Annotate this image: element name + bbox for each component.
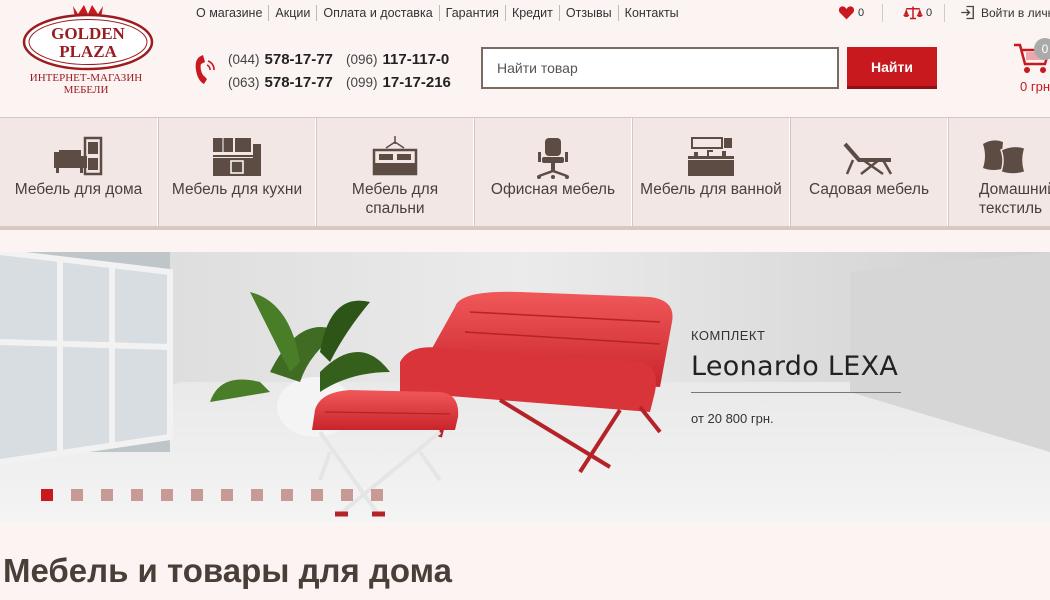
compare-link[interactable]: 0 bbox=[903, 5, 932, 20]
compare-count: 0 bbox=[926, 6, 933, 19]
login-icon bbox=[961, 5, 974, 20]
heart-icon bbox=[838, 6, 855, 20]
lounger-icon bbox=[843, 142, 893, 176]
topnav-credit[interactable]: Кредит bbox=[506, 5, 560, 21]
category-label: Мебель для спальни bbox=[351, 181, 439, 217]
login-link[interactable]: Войти в личн bbox=[960, 5, 1050, 20]
phone-number[interactable]: (044) 578-17-77 bbox=[228, 48, 346, 71]
phone-number[interactable]: (099) 17-17-216 bbox=[346, 71, 451, 94]
banner-promo: КОМПЛЕКТ Leonardo LEXA от 20 800 грн. bbox=[691, 328, 901, 426]
scales-icon bbox=[903, 6, 923, 20]
topnav-promos[interactable]: Акции bbox=[269, 5, 318, 21]
slider-dot[interactable] bbox=[371, 489, 383, 501]
slider-dot[interactable] bbox=[311, 489, 323, 501]
search-button[interactable]: Найти bbox=[847, 47, 937, 89]
site-header: GOLDEN PLAZA ИНТЕРНЕТ-МАГАЗИН МЕБЕЛИ О м… bbox=[0, 0, 1050, 116]
category-kitchen[interactable]: Мебель для кухни bbox=[158, 118, 316, 229]
category-label: Домашний текстиль bbox=[979, 181, 1050, 217]
slider-dot[interactable] bbox=[251, 489, 263, 501]
divider bbox=[944, 4, 945, 22]
category-label: Офисная мебель bbox=[490, 181, 616, 198]
topnav-about[interactable]: О магазине bbox=[190, 5, 270, 21]
phone-number[interactable]: (063) 578-17-77 bbox=[228, 71, 346, 94]
favorites-link[interactable]: 0 bbox=[838, 5, 864, 20]
category-label: Садовая мебель bbox=[808, 181, 930, 198]
logo-line1: GOLDEN bbox=[51, 24, 125, 43]
category-textile[interactable]: Домашний текстиль bbox=[948, 118, 1050, 229]
category-bedroom[interactable]: Мебель для спальни bbox=[316, 118, 474, 229]
category-label: Мебель для дома bbox=[14, 181, 143, 198]
category-bathroom[interactable]: Мебель для ванной bbox=[632, 118, 790, 229]
category-home-furniture[interactable]: Мебель для дома bbox=[0, 118, 158, 229]
phone-list: (044) 578-17-77 (096) 117-117-0 (063) 578-1… bbox=[228, 48, 451, 94]
slider-dot[interactable] bbox=[221, 489, 233, 501]
topnav-payment-delivery[interactable]: Оплата и доставка bbox=[317, 5, 440, 21]
topnav-warranty[interactable]: Гарантия bbox=[440, 5, 506, 21]
slider-dot[interactable] bbox=[161, 489, 173, 501]
phone-icon bbox=[195, 55, 215, 84]
slider-dot[interactable] bbox=[101, 489, 113, 501]
search-input[interactable] bbox=[481, 47, 839, 89]
kitchen-icon bbox=[213, 138, 261, 176]
category-bar-shadow bbox=[0, 226, 1050, 230]
office-chair-icon bbox=[537, 138, 569, 179]
page-title: Мебель и товары для дома bbox=[3, 552, 452, 589]
topnav-reviews[interactable]: Отзывы bbox=[560, 5, 619, 21]
hero-banner[interactable]: КОМПЛЕКТ Leonardo LEXA от 20 800 грн. bbox=[0, 252, 1050, 522]
slider-dot[interactable] bbox=[71, 489, 83, 501]
pillows-icon bbox=[983, 140, 1026, 175]
category-bar: Мебель для дома Мебель для кухни Мебель … bbox=[0, 117, 1050, 229]
cart-total[interactable]: 0 грн bbox=[1020, 79, 1050, 94]
banner-product-name: Leonardo LEXA bbox=[691, 351, 899, 382]
banner-kit-label: КОМПЛЕКТ bbox=[691, 328, 766, 343]
category-garden[interactable]: Садовая мебель bbox=[790, 118, 948, 229]
slider-dots bbox=[41, 489, 401, 501]
category-label: Мебель для кухни bbox=[171, 181, 303, 198]
logo-line2: PLAZA bbox=[59, 42, 117, 61]
slider-dot[interactable] bbox=[131, 489, 143, 501]
slider-dot[interactable] bbox=[341, 489, 353, 501]
bathroom-icon bbox=[688, 137, 734, 176]
slider-dot[interactable] bbox=[191, 489, 203, 501]
bedroom-icon bbox=[372, 136, 418, 176]
cart-badge: 0 bbox=[1034, 38, 1050, 60]
logo-subtitle: ИНТЕРНЕТ-МАГАЗИН МЕБЕЛИ bbox=[29, 72, 143, 96]
slider-dot[interactable] bbox=[281, 489, 293, 501]
phone-number[interactable]: (096) 117-117-0 bbox=[346, 48, 449, 71]
divider bbox=[882, 4, 883, 22]
banner-divider bbox=[691, 392, 901, 393]
living-room-icon bbox=[53, 136, 102, 176]
banner-price: от 20 800 грн. bbox=[691, 411, 774, 426]
favorites-count: 0 bbox=[858, 6, 865, 19]
top-navigation: О магазине Акции Оплата и доставка Гаран… bbox=[190, 5, 685, 21]
slider-dot[interactable] bbox=[41, 489, 53, 501]
category-label: Мебель для ванной bbox=[640, 181, 782, 198]
topnav-contacts[interactable]: Контакты bbox=[619, 5, 685, 21]
category-office[interactable]: Офисная мебель bbox=[474, 118, 632, 229]
login-label: Войти в личн bbox=[981, 5, 1050, 20]
